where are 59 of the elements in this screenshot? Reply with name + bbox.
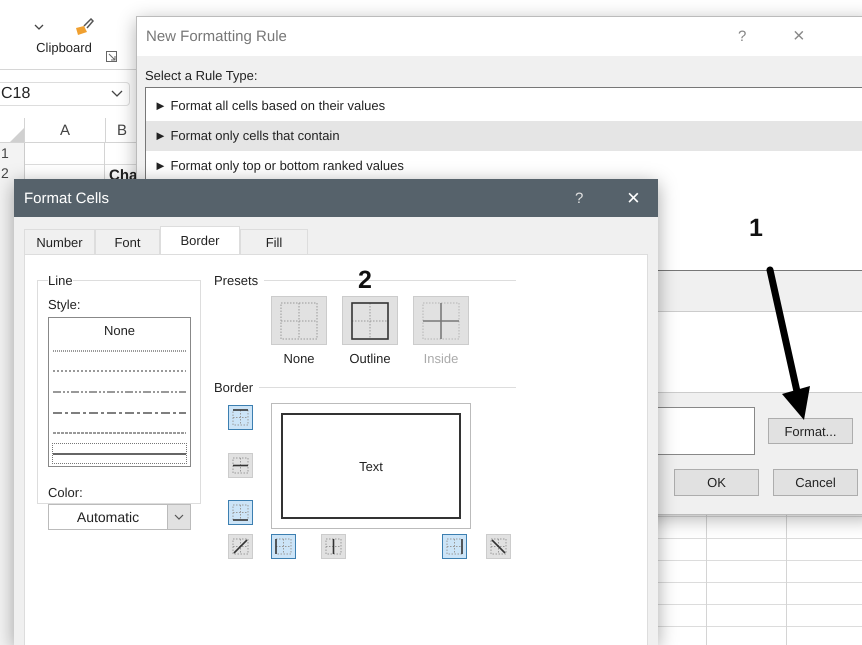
dialog-launcher-icon[interactable] [106, 51, 117, 62]
row-header[interactable]: 2 [0, 163, 24, 183]
line-sample-icon [53, 452, 186, 456]
preset-label: None [283, 351, 315, 366]
section-label: Border [214, 380, 254, 395]
close-button[interactable]: × [793, 25, 862, 48]
row-header[interactable]: 1 [0, 143, 24, 163]
border-grid-icon [350, 300, 390, 340]
tab[interactable]: Number [24, 229, 95, 254]
line-sample-icon [53, 348, 186, 353]
line-sample-icon [53, 369, 186, 374]
dialog-button[interactable]: OK [674, 469, 759, 496]
section-label: Select a Rule Type: [145, 68, 258, 83]
border-toggle-button[interactable] [228, 405, 253, 430]
rule-type-option[interactable]: ► Format only cells that contain [146, 121, 862, 151]
preset-label: Inside [424, 351, 458, 366]
help-button[interactable]: ? [738, 28, 793, 45]
close-button[interactable]: × [627, 185, 658, 211]
border-grid-icon [421, 300, 461, 340]
format-button[interactable]: Format... [768, 418, 853, 444]
column-header[interactable]: A [24, 118, 105, 142]
preset-button[interactable] [342, 296, 398, 345]
border-toggle-button[interactable] [320, 534, 346, 559]
border-toggle-button[interactable] [486, 534, 511, 559]
preview-text: Text [359, 458, 383, 474]
group-label: Clipboard [36, 40, 92, 55]
line-style-option[interactable]: None [52, 320, 187, 341]
field-label: Color: [48, 485, 84, 500]
format-painter-icon[interactable] [74, 18, 94, 36]
chevron-icon[interactable] [174, 514, 184, 520]
rule-type-option[interactable]: ► Format all cells based on their values [146, 91, 862, 121]
group-label: Line [48, 273, 73, 288]
border-grid-icon [279, 300, 319, 340]
dialog-title: Format Cells [24, 190, 110, 206]
preset-label: Outline [349, 351, 391, 366]
border-toggle-button[interactable] [271, 534, 296, 559]
border-toggle-button[interactable] [442, 534, 467, 559]
tab[interactable]: Fill [240, 229, 308, 254]
name-box[interactable]: C18 [0, 82, 130, 106]
tab[interactable]: Border [160, 226, 240, 254]
field-label: Style: [48, 297, 82, 312]
border-toggle-button[interactable] [228, 500, 253, 525]
tab[interactable]: Font [95, 229, 160, 254]
chevron-icon[interactable] [34, 24, 44, 30]
line-style-option[interactable] [52, 443, 187, 464]
rule-type-option[interactable]: ► Format only top or bottom ranked values [146, 151, 862, 181]
step-number: 2 [358, 266, 372, 295]
dialog-button[interactable]: Cancel [773, 469, 858, 496]
line-sample-icon [53, 431, 186, 436]
color-dropdown[interactable]: Automatic [48, 504, 191, 530]
border-toggle-button[interactable] [228, 534, 253, 559]
chevron-icon[interactable] [111, 90, 123, 98]
help-button[interactable]: ? [575, 190, 627, 206]
section-label: Presets [214, 273, 258, 288]
step-number: 1 [749, 214, 763, 243]
border-toggle-button[interactable] [228, 452, 253, 478]
line-sample-icon [53, 410, 186, 415]
dialog-title: New Formatting Rule [146, 28, 288, 45]
line-sample-icon [53, 390, 186, 394]
